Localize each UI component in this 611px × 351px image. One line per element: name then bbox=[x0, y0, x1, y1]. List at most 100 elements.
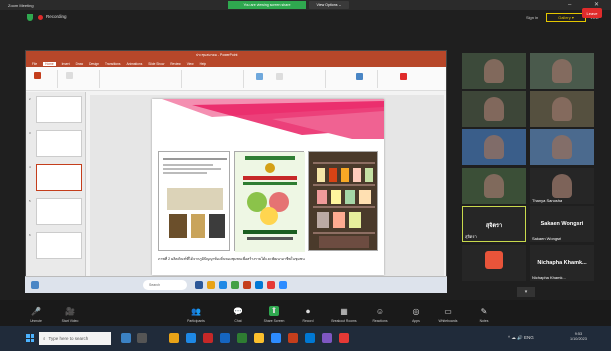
apps-button[interactable]: ◎ Apps bbox=[398, 300, 434, 326]
windows-start-icon[interactable] bbox=[26, 334, 34, 342]
notes-button[interactable]: ✎ Notes bbox=[466, 300, 502, 326]
adobe-pdf-icon[interactable] bbox=[400, 73, 407, 80]
taskbar-search-placeholder: Type here to search bbox=[48, 336, 89, 341]
ppt-tab-draw[interactable]: Draw bbox=[76, 62, 83, 66]
participant-video bbox=[552, 135, 572, 159]
gallery-next-page-button[interactable]: ▾ bbox=[517, 287, 535, 297]
gallery-view-button[interactable]: Gallery ▾ bbox=[546, 13, 586, 22]
ppt-tab-help[interactable]: Help bbox=[200, 62, 207, 66]
taskbar-app-icon bbox=[255, 281, 263, 289]
product-poster-image bbox=[158, 151, 230, 251]
slide-thumbnail[interactable]: 5 bbox=[29, 198, 82, 225]
task-view-icon[interactable] bbox=[121, 333, 131, 343]
chrome-icon[interactable] bbox=[254, 333, 264, 343]
participant-tile[interactable] bbox=[462, 91, 526, 127]
shared-search-box: Search bbox=[143, 280, 187, 290]
participants-button[interactable]: 👥 Participants bbox=[178, 300, 214, 326]
participant-video bbox=[484, 97, 504, 121]
participant-tile[interactable] bbox=[530, 91, 594, 127]
clock-date: 1/10/2023 bbox=[570, 337, 587, 341]
user-icon bbox=[31, 281, 39, 289]
chat-button[interactable]: 💬 Chat bbox=[220, 300, 256, 326]
ppt-tab-design[interactable]: Design bbox=[89, 62, 99, 66]
slide-thumbnail[interactable]: 6 bbox=[29, 232, 82, 259]
word-icon[interactable] bbox=[220, 333, 230, 343]
control-label: Record bbox=[302, 319, 314, 323]
file-explorer-icon[interactable] bbox=[169, 333, 179, 343]
shield-icon[interactable] bbox=[27, 14, 33, 21]
participant-tile[interactable] bbox=[462, 53, 526, 89]
reactions-button[interactable]: ☺ Reactions bbox=[362, 300, 398, 326]
view-options-button[interactable]: View Options ⌄ bbox=[309, 1, 349, 9]
sign-in-link[interactable]: Sign in bbox=[526, 15, 538, 20]
ppt-tab-view[interactable]: View bbox=[187, 62, 194, 66]
start-video-icon: 🎥 bbox=[65, 307, 75, 316]
control-label: Whiteboards bbox=[438, 319, 458, 323]
taskbar-app-icon[interactable] bbox=[339, 333, 349, 343]
excel-icon[interactable] bbox=[237, 333, 247, 343]
share-screen-button[interactable]: ⬆ Share Screen bbox=[256, 300, 292, 326]
zoom-title-bar: Zoom Meeting You are viewing screen shar… bbox=[0, 0, 611, 10]
notes-icon: ✎ bbox=[480, 307, 488, 316]
taskbar-app-icon[interactable] bbox=[203, 333, 213, 343]
participant-video bbox=[484, 59, 504, 83]
ppt-tab-insert[interactable]: Insert bbox=[62, 62, 70, 66]
whiteboards-button[interactable]: ▭ Whiteboards bbox=[430, 300, 466, 326]
recording-label[interactable]: Recording bbox=[46, 14, 67, 19]
participant-tile[interactable]: Thanya Sanosha bbox=[530, 168, 594, 204]
participant-tile[interactable] bbox=[462, 245, 526, 281]
shared-powerpoint-window: ประชุมสมาคม - PowerPoint File Home Insert D… bbox=[25, 50, 447, 293]
minimize-button[interactable]: – bbox=[568, 1, 571, 9]
slide-thumbnail-selected[interactable]: 4 bbox=[29, 164, 82, 191]
share-screen-icon: ⬆ bbox=[268, 306, 280, 316]
taskbar-app-icon bbox=[279, 281, 287, 289]
new-slide-icon[interactable] bbox=[66, 72, 73, 79]
ppt-tab-animations[interactable]: Animations bbox=[127, 62, 143, 66]
participant-display-name: Nichapha Khamk... bbox=[537, 260, 587, 266]
recording-dot-icon bbox=[38, 15, 43, 20]
participant-tile[interactable] bbox=[462, 168, 526, 204]
taskbar-app-icon bbox=[207, 281, 215, 289]
designer-icon[interactable] bbox=[356, 73, 363, 80]
system-tray[interactable]: ^ ☁ 🔊 ENG bbox=[508, 335, 534, 341]
participant-tile[interactable] bbox=[530, 53, 594, 89]
ppt-tab-review[interactable]: Review bbox=[170, 62, 180, 66]
windows-taskbar: ⌕ Type here to search ^ ☁ 🔊 ENG 9:53 1/1… bbox=[0, 326, 611, 351]
teams-icon[interactable] bbox=[322, 333, 332, 343]
participant-tile[interactable]: Sakaen Wongsri Sakaen Wongsri bbox=[530, 206, 594, 242]
control-label: Reactions bbox=[372, 319, 388, 323]
powerpoint-icon[interactable] bbox=[288, 333, 298, 343]
ppt-tab-transitions[interactable]: Transitions bbox=[105, 62, 120, 66]
record-button[interactable]: ⏺ Record bbox=[290, 300, 326, 326]
ppt-tab-slide-show[interactable]: Slide Show bbox=[148, 62, 164, 66]
unmute-button[interactable]: 🎤 Unmute bbox=[18, 300, 54, 326]
arrange-icon[interactable] bbox=[276, 73, 283, 80]
taskbar-app-icon[interactable] bbox=[305, 333, 315, 343]
taskbar-search-box[interactable]: ⌕ Type here to search bbox=[39, 332, 111, 345]
taskbar-app-icon[interactable] bbox=[137, 333, 147, 343]
control-label: Breakout Rooms bbox=[331, 319, 357, 323]
participant-tile[interactable] bbox=[530, 129, 594, 165]
slide-thumbnail[interactable]: 2 bbox=[29, 96, 82, 123]
clock[interactable]: 9:53 1/10/2023 bbox=[570, 332, 587, 342]
shapes-icon[interactable] bbox=[256, 73, 263, 80]
ppt-tab-file[interactable]: File bbox=[32, 62, 37, 66]
participant-tile[interactable] bbox=[462, 129, 526, 165]
participant-tile[interactable]: สุจิตรา สุจิตรา bbox=[462, 206, 526, 242]
pink-banner-graphic bbox=[162, 99, 384, 139]
start-video-button[interactable]: 🎥 Start Video bbox=[52, 300, 88, 326]
participant-tile[interactable]: Nichapha Khamk... Nichapha Khamk... bbox=[530, 245, 594, 281]
edge-icon[interactable] bbox=[186, 333, 196, 343]
paste-icon[interactable] bbox=[34, 72, 41, 79]
control-label: Apps bbox=[412, 319, 420, 323]
ppt-ribbon bbox=[26, 67, 446, 91]
window-title: Zoom Meeting bbox=[8, 2, 34, 8]
ppt-tab-home[interactable]: Home bbox=[43, 61, 56, 66]
breakout-rooms-button[interactable]: ▦ Breakout Rooms bbox=[326, 300, 362, 326]
leave-button[interactable]: Leave bbox=[582, 8, 602, 18]
current-slide[interactable]: ภาพที่ 2 ผลิตภัณฑ์ที่ได้จากภูมิปัญญาท้อง… bbox=[152, 99, 384, 275]
slide-thumbnail[interactable]: 3 bbox=[29, 130, 82, 157]
participants-icon: 👥 bbox=[191, 307, 201, 316]
zoom-icon[interactable] bbox=[271, 333, 281, 343]
ppt-ribbon-tabs: File Home Insert Draw Design Transitions Anima… bbox=[26, 60, 446, 67]
